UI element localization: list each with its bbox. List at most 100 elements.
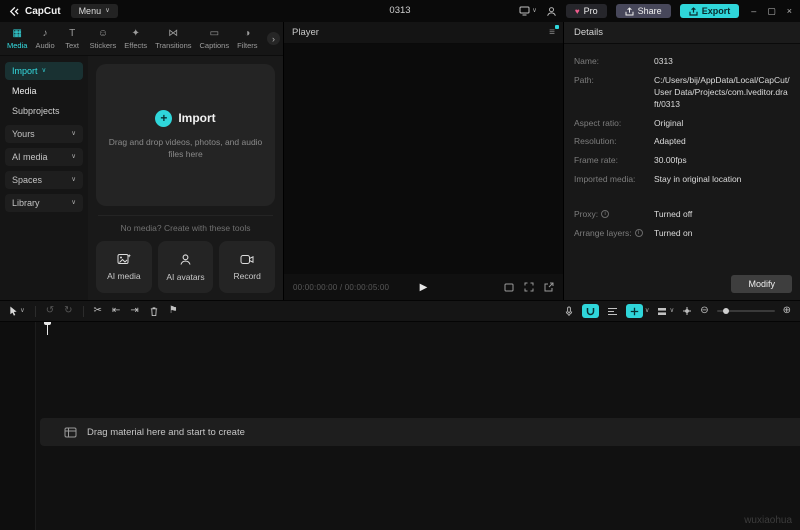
sidebar-item-label: Media [12,86,37,96]
capcut-window: CapCut Menu ∨ 0313 ∨ ♥ Pro Share Export … [0,0,800,530]
timeline-drop-placeholder[interactable]: Drag material here and start to create [40,418,800,446]
layout-switch-button[interactable]: ∨ [519,6,537,16]
ratio-icon[interactable] [504,283,514,292]
minimize-button[interactable]: – [751,6,756,16]
preview-axis-button[interactable] [682,306,692,316]
tab-transitions[interactable]: ⋈ Transitions [151,28,195,50]
share-label: Share [637,6,662,16]
profile-button[interactable] [546,6,557,17]
close-button[interactable]: × [787,6,792,16]
captions-icon: ▭ [209,27,220,39]
share-button[interactable]: Share [615,4,671,18]
sidebar-item-subprojects[interactable]: Subprojects [5,102,83,120]
text-icon: T [69,27,76,39]
detail-value[interactable]: Turned on [654,228,692,240]
zoom-slider-handle[interactable] [722,308,729,314]
export-button[interactable]: Export [679,4,740,18]
linkage-toggle[interactable]: ∨ [625,304,649,318]
timeline-tools-left: ∨ ↺ ↻ ✂ ⇤ ⇥ ⚑ [9,305,178,317]
player-status-dot [555,25,559,29]
undo-button[interactable]: ↺ [46,306,54,316]
ai-media-icon [117,254,131,264]
player-menu-icon[interactable]: ≡ [549,27,555,38]
info-icon[interactable]: i [601,210,610,219]
track-height-dropdown[interactable]: ∨ [657,307,674,316]
tracks-view-button[interactable] [607,307,618,316]
detail-value[interactable]: Adapted [654,136,686,148]
tabbar-overflow-button[interactable]: › [267,32,280,45]
tab-label: Stickers [89,40,117,50]
redo-button[interactable]: ↻ [64,306,72,316]
detail-value[interactable]: Turned off [654,209,692,221]
delete-right-button[interactable]: ⇥ [130,306,138,316]
media-icon: ▦ [12,27,22,39]
chevron-down-icon: ∨ [105,6,110,14]
voiceover-mic-button[interactable] [564,306,574,317]
playhead-line[interactable] [47,322,48,335]
sidebar-item-import[interactable]: Import ∨ [5,62,83,80]
record-card[interactable]: Record [219,241,276,293]
fullscreen-icon[interactable] [524,282,534,292]
export-label: Export [701,6,731,16]
detail-value[interactable]: Stay in original location [654,174,741,186]
detail-label: Frame rate: [574,155,618,166]
detail-value[interactable]: Original [654,118,683,130]
transitions-icon: ⋈ [168,27,179,39]
tab-effects[interactable]: ✦ Effects [120,28,151,50]
sidebar-item-spaces[interactable]: Spaces ∨ [5,171,83,189]
titlebar-right: ∨ ♥ Pro Share Export – ▢ × [519,4,792,18]
timeline-toolbar: ∨ ↺ ↻ ✂ ⇤ ⇥ ⚑ ∨ ∨ ⊖ ⊕ [0,300,800,322]
detail-row-proxy: Proxy: i Turned off [574,209,790,221]
zoom-out-button[interactable]: ⊖ [700,306,708,316]
tab-audio[interactable]: ♪ Audio [31,28,58,50]
tab-captions[interactable]: ▭ Captions [196,28,234,50]
select-tool-button[interactable]: ∨ [9,306,25,317]
timeline-area[interactable]: Drag material here and start to create w… [0,322,800,530]
sidebar-item-library[interactable]: Library ∨ [5,194,83,212]
magnet-icon [586,307,594,315]
tab-stickers[interactable]: ☺ Stickers [86,28,121,50]
delete-left-button[interactable]: ⇤ [112,306,120,316]
chevron-down-icon: ∨ [71,129,76,137]
detail-label: Aspect ratio: [574,117,622,128]
detail-value[interactable]: 30.00fps [654,155,687,167]
asset-tabbar: ▦ Media ♪ Audio T Text ☺ Stickers ✦ Effe… [0,22,283,56]
sidebar-item-ai-media[interactable]: AI media ∨ [5,148,83,166]
player-header: Player ≡ [284,22,563,44]
project-title: 0313 [389,5,411,16]
track-header-gutter [0,322,36,530]
sidebar-item-label: Yours [12,129,35,139]
import-dropzone[interactable]: + Import Drag and drop videos, photos, a… [96,64,275,206]
toolbar-divider [82,305,84,317]
tools-hint: No media? Create with these tools [98,215,273,233]
mark-button[interactable]: ⚑ [169,306,178,316]
sidebar-item-yours[interactable]: Yours ∨ [5,125,83,143]
delete-button[interactable] [149,306,159,317]
zoom-in-button[interactable]: ⊕ [783,306,791,316]
sidebar-item-label: Import [12,66,38,76]
player-viewport[interactable] [284,44,563,274]
titlebar: CapCut Menu ∨ 0313 ∨ ♥ Pro Share Export … [0,0,800,22]
maximize-button[interactable]: ▢ [767,6,776,17]
sidebar-item-media[interactable]: Media [5,82,83,100]
ai-avatars-card[interactable]: AI avatars [157,241,214,293]
tab-media[interactable]: ▦ Media [3,28,31,50]
import-button[interactable]: + Import [155,109,216,127]
dropzone-hint: Drag and drop videos, photos, and audio … [108,136,263,159]
snap-toggle[interactable] [581,304,599,318]
detach-player-icon[interactable] [544,282,554,292]
play-button[interactable]: ▶ [420,282,428,293]
timeline-zoom-slider[interactable] [716,308,775,314]
pro-badge[interactable]: ♥ Pro [565,4,607,18]
timeline-placeholder-text: Drag material here and start to create [87,426,245,438]
tab-filters[interactable]: ◑ Filters [233,28,261,50]
tab-text[interactable]: T Text [59,28,86,50]
timeline-tools-right: ∨ ∨ ⊖ ⊕ [564,304,791,318]
detail-row-name: Name: 0313 [574,56,790,68]
media-sidebar: Import ∨ Media Subprojects Yours ∨ AI me… [0,56,88,300]
modify-button[interactable]: Modify [731,275,792,293]
split-button[interactable]: ✂ [94,306,102,316]
info-icon[interactable]: i [634,229,643,238]
menu-button[interactable]: Menu ∨ [70,4,118,18]
ai-media-card[interactable]: AI media [96,241,152,293]
